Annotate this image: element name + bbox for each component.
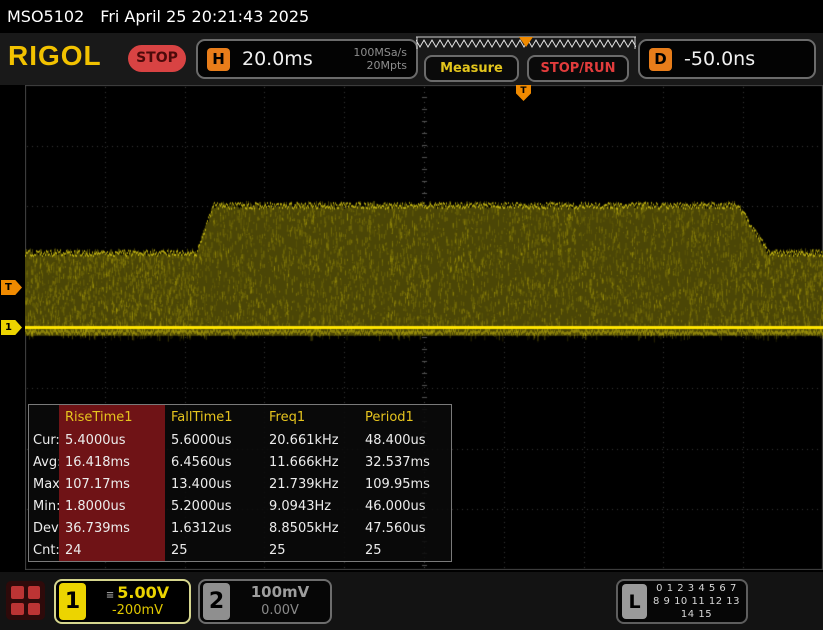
- channel2-button[interactable]: 2 100mV 0.00V: [198, 579, 332, 624]
- meas-cell: 1.8000us: [59, 495, 165, 517]
- meas-cell: 1.6312us: [171, 520, 232, 536]
- meas-cell: 5.6000us: [171, 432, 232, 448]
- menu-grid-icon: [11, 602, 24, 615]
- trigger-level-marker[interactable]: T: [1, 280, 22, 295]
- meas-cell: 8.8505kHz: [269, 520, 339, 536]
- header-bar: RIGOL STOP H 20.0ms 100MSa/s 20Mpts Meas…: [0, 33, 823, 85]
- measurement-row-min: Min: 1.8000us 5.2000us 9.0943Hz 46.000us: [29, 495, 451, 517]
- meas-cell: 25: [365, 542, 382, 558]
- menu-grid-icon: [27, 602, 40, 615]
- meas-cell: 109.95ms: [365, 476, 430, 492]
- delay-d-icon: D: [649, 47, 672, 71]
- measurement-row-dev: Dev: 36.739ms 1.6312us 8.8505kHz 47.560u…: [29, 517, 451, 539]
- channel1-scale: ≡ 5.00V: [105, 582, 170, 602]
- digital-channels-button[interactable]: L 0 1 2 3 4 5 6 7 8 9 10 11 12 13 14 15: [616, 579, 748, 624]
- meas-cell: 47.560us: [365, 520, 426, 536]
- measurement-panel: RiseTime1 FallTime1 Freq1 Period1 Cur: 5…: [28, 404, 452, 562]
- datetime: Fri April 25 20:21:43 2025: [100, 7, 310, 26]
- channel2-offset: 0.00V: [261, 602, 299, 618]
- oscilloscope-screen: MSO5102 Fri April 25 20:21:43 2025 RIGOL …: [0, 0, 823, 630]
- meas-column-risetime1[interactable]: RiseTime1: [59, 405, 165, 429]
- measurement-row-max: Max: 107.17ms 13.400us 21.739kHz 109.95m…: [29, 473, 451, 495]
- meas-cell: 48.400us: [365, 432, 426, 448]
- horizontal-h-icon: H: [207, 47, 230, 71]
- horizontal-settings-button[interactable]: H 20.0ms 100MSa/s 20Mpts: [196, 39, 418, 79]
- rigol-logo: RIGOL: [8, 40, 102, 71]
- meas-column-freq1[interactable]: Freq1: [263, 405, 359, 429]
- meas-cell: 20.661kHz: [269, 432, 339, 448]
- memory-depth: 20Mpts: [366, 59, 407, 72]
- meas-cell: 36.739ms: [59, 517, 165, 539]
- measurement-header-row: RiseTime1 FallTime1 Freq1 Period1: [29, 405, 451, 429]
- menu-grid-icon: [27, 586, 40, 599]
- bottom-bar: 1 ≡ 5.00V -200mV 2 100mV 0.00V L 0 1 2 3 …: [0, 572, 823, 630]
- menu-grid-button[interactable]: [6, 581, 45, 620]
- meas-column-period1[interactable]: Period1: [359, 405, 443, 429]
- coupling-icon: ≡: [105, 589, 115, 601]
- delay-value: -50.0ns: [684, 48, 756, 70]
- waveform-display-area: T T 1 RiseTime1 FallTime1 Freq1 Period1 …: [0, 85, 823, 572]
- meas-column-falltime1[interactable]: FallTime1: [165, 405, 263, 429]
- channel1-level-marker[interactable]: 1: [1, 320, 22, 335]
- channel1-offset: -200mV: [111, 603, 164, 619]
- waveform-memory-position-indicator[interactable]: [416, 36, 636, 53]
- meas-cell: 9.0943Hz: [269, 498, 332, 514]
- meas-cell: 6.4560us: [171, 454, 232, 470]
- channel1-number-badge: 1: [59, 583, 86, 620]
- digital-channels-line2: 8 9 10 11 12 13 14 15: [652, 596, 741, 620]
- measurement-row-avg: Avg: 16.418ms 6.4560us 11.666kHz 32.537m…: [29, 451, 451, 473]
- meas-cell: 46.000us: [365, 498, 426, 514]
- timebase-value: 20.0ms: [242, 48, 313, 70]
- measure-button[interactable]: Measure: [424, 55, 519, 82]
- meas-cell: 25: [171, 542, 188, 558]
- channel2-scale: 100mV: [250, 583, 310, 602]
- logic-l-icon: L: [622, 584, 647, 619]
- sample-rate: 100MSa/s: [353, 46, 407, 59]
- menu-grid-icon: [11, 586, 24, 599]
- meas-cell: 16.418ms: [59, 451, 165, 473]
- meas-cell: 32.537ms: [365, 454, 430, 470]
- run-state-badge: STOP: [128, 45, 186, 72]
- meas-cell: 24: [59, 539, 165, 561]
- channel2-number-badge: 2: [203, 583, 230, 620]
- measurement-row-cnt: Cnt: 24 25 25 25: [29, 539, 451, 561]
- model-name: MSO5102: [7, 7, 85, 26]
- measurement-row-cur: Cur: 5.4000us 5.6000us 20.661kHz 48.400u…: [29, 429, 451, 451]
- meas-cell: 25: [269, 542, 286, 558]
- meas-cell: 11.666kHz: [269, 454, 339, 470]
- meas-cell: 21.739kHz: [269, 476, 339, 492]
- meas-cell: 5.2000us: [171, 498, 232, 514]
- meas-cell: 13.400us: [171, 476, 232, 492]
- channel1-button[interactable]: 1 ≡ 5.00V -200mV: [54, 579, 191, 624]
- meas-cell: 5.4000us: [59, 429, 165, 451]
- status-bar: MSO5102 Fri April 25 20:21:43 2025: [0, 0, 823, 33]
- delay-settings-button[interactable]: D -50.0ns: [638, 39, 816, 79]
- digital-channels-line1: 0 1 2 3 4 5 6 7: [656, 583, 737, 594]
- meas-cell: 107.17ms: [59, 473, 165, 495]
- stop-run-button[interactable]: STOP/RUN: [527, 55, 629, 82]
